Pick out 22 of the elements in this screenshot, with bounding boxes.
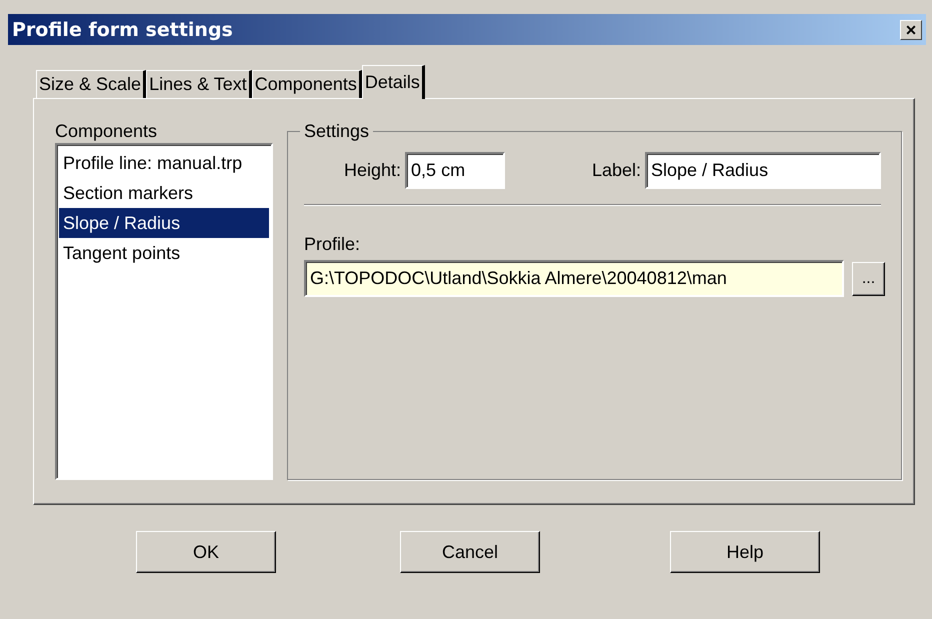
group-title: Settings bbox=[300, 121, 374, 141]
tab[interactable]: Lines & Text bbox=[146, 70, 252, 98]
profile-path-field[interactable]: G:\TOPODOC\Utland\Sokkia Almere\20040812\man bbox=[304, 260, 844, 297]
dialog-button[interactable]: Help bbox=[670, 531, 820, 573]
window-title: Profile form settings bbox=[12, 18, 233, 40]
close-button[interactable]: × bbox=[900, 20, 922, 40]
list-item[interactable]: Tangent points bbox=[59, 238, 269, 268]
browse-button[interactable]: ... bbox=[852, 262, 885, 296]
profile-label: Profile: bbox=[304, 234, 362, 254]
dialog-button[interactable]: OK bbox=[136, 531, 276, 573]
height-label: Height: bbox=[344, 160, 402, 181]
dialog-button[interactable]: Cancel bbox=[400, 531, 540, 573]
tab[interactable]: Components bbox=[252, 70, 362, 98]
label-label: Label: bbox=[592, 160, 641, 181]
list-item[interactable]: Slope / Radius bbox=[59, 208, 269, 238]
height-field[interactable]: 0,5 cm bbox=[405, 152, 506, 189]
tab[interactable]: Size & Scale bbox=[36, 70, 146, 98]
components-label: Components bbox=[55, 121, 158, 141]
list-item[interactable]: Profile line: manual.trp bbox=[59, 148, 269, 178]
label-field[interactable]: Slope / Radius bbox=[645, 152, 881, 189]
list-item[interactable]: Section markers bbox=[59, 178, 269, 208]
tab[interactable]: Details bbox=[362, 65, 425, 99]
